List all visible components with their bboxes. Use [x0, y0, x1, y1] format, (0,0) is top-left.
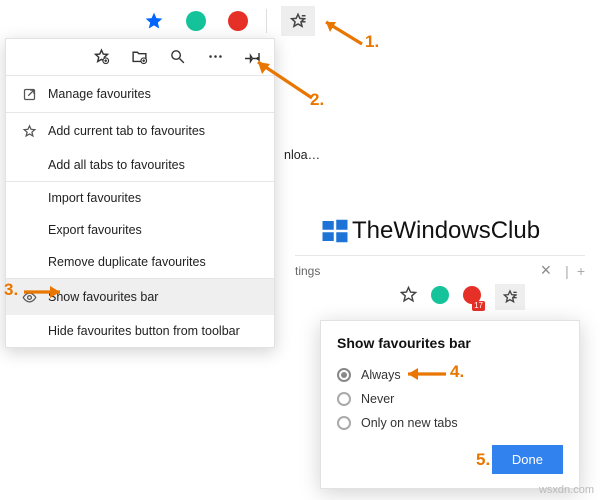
truncated-text: nloa… — [284, 148, 320, 162]
menu-remove-duplicates[interactable]: Remove duplicate favourites — [6, 246, 274, 278]
watermark-text: wsxdn.com — [539, 484, 594, 496]
tabs-divider: | — [565, 263, 569, 279]
star-plus-icon — [20, 122, 38, 140]
search-favourites-icon[interactable] — [166, 45, 188, 67]
brand-text: TheWindowsClub — [352, 217, 540, 245]
done-button[interactable]: Done — [492, 445, 563, 474]
windowsclub-logo-icon — [320, 216, 350, 246]
annotation-2: 2. — [310, 90, 324, 110]
option-label: Only on new tabs — [361, 416, 458, 430]
option-label: Never — [361, 392, 394, 406]
annotation-1: 1. — [365, 32, 379, 52]
menu-label: Remove duplicate favourites — [48, 255, 206, 269]
eye-icon — [20, 288, 38, 306]
favourite-star-icon[interactable] — [140, 7, 168, 35]
toolbar-divider — [266, 9, 267, 33]
menu-show-favourites-bar[interactable]: Show favourites bar — [6, 279, 274, 315]
favourites-menu-button[interactable] — [281, 6, 315, 36]
tab-label-truncated[interactable]: tings — [295, 264, 320, 278]
radio-icon[interactable] — [337, 392, 351, 406]
browser-toolbar-2: 17 — [400, 284, 525, 310]
notification-badge: 17 — [472, 301, 485, 311]
favourites-panel-toolbar — [6, 39, 274, 75]
annotation-4: 4. — [450, 362, 464, 382]
annotation-3: 3. — [4, 280, 18, 300]
browser-toolbar — [140, 6, 315, 36]
menu-label: Export favourites — [48, 223, 142, 237]
menu-label: Hide favourites button from toolbar — [48, 324, 240, 338]
menu-hide-favourites-button[interactable]: Hide favourites button from toolbar — [6, 315, 274, 347]
option-label: Always — [361, 368, 401, 382]
tab-strip: tings × | + — [295, 255, 585, 281]
brand-title: TheWindowsClub — [320, 216, 540, 246]
menu-label: Show favourites bar — [48, 290, 158, 304]
favourites-panel: Manage favourites Add current tab to fav… — [5, 38, 275, 348]
menu-import-favourites[interactable]: Import favourites — [6, 182, 274, 214]
menu-label: Import favourites — [48, 191, 141, 205]
new-tab-button[interactable]: + — [577, 263, 585, 279]
annotation-5: 5. — [476, 450, 490, 470]
radio-icon[interactable] — [337, 416, 351, 430]
grammarly-icon[interactable] — [182, 7, 210, 35]
menu-manage-favourites[interactable]: Manage favourites — [6, 76, 274, 112]
add-folder-icon[interactable] — [128, 45, 150, 67]
opera-icon[interactable] — [224, 7, 252, 35]
menu-label: Manage favourites — [48, 87, 151, 101]
option-never[interactable]: Never — [337, 387, 563, 411]
menu-label: Add all tabs to favourites — [48, 158, 185, 172]
menu-add-all-tabs[interactable]: Add all tabs to favourites — [6, 149, 274, 181]
menu-label: Add current tab to favourites — [48, 124, 205, 138]
show-favourites-bar-popup: Show favourites bar Always Never Only on… — [320, 320, 580, 489]
opera-icon[interactable]: 17 — [463, 286, 481, 309]
close-tab-icon[interactable]: × — [535, 260, 558, 281]
option-only-new-tabs[interactable]: Only on new tabs — [337, 411, 563, 435]
favourites-menu-button[interactable] — [495, 284, 525, 310]
menu-add-current-tab[interactable]: Add current tab to favourites — [6, 113, 274, 149]
more-options-icon[interactable] — [204, 45, 226, 67]
add-favourite-icon[interactable] — [90, 45, 112, 67]
menu-export-favourites[interactable]: Export favourites — [6, 214, 274, 246]
popup-title: Show favourites bar — [337, 335, 563, 351]
open-external-icon — [20, 85, 38, 103]
radio-icon[interactable] — [337, 368, 351, 382]
pin-panel-icon[interactable] — [242, 45, 264, 67]
favourite-star-outline-icon[interactable] — [400, 286, 417, 308]
grammarly-icon[interactable] — [431, 286, 449, 309]
